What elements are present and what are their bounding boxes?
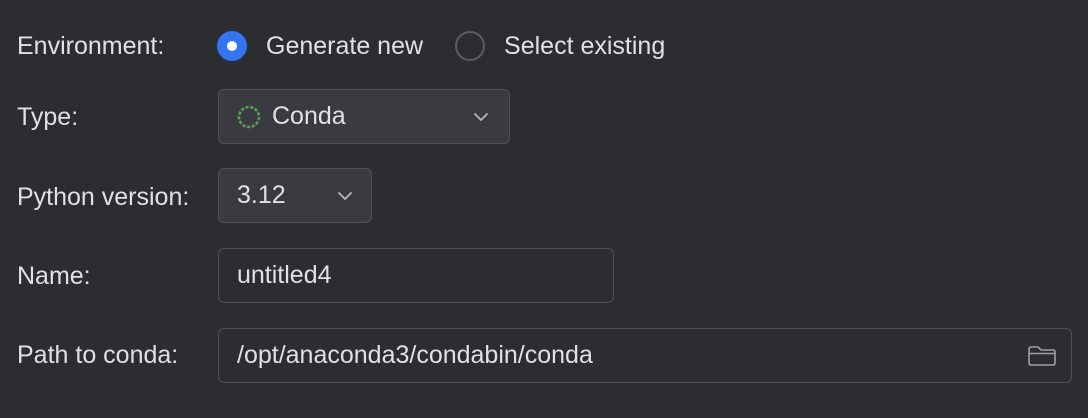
- type-label: Type:: [17, 103, 79, 131]
- name-value[interactable]: untitled4: [237, 261, 332, 290]
- type-value: Conda: [272, 102, 346, 130]
- chevron-down-icon: [474, 112, 488, 121]
- path-to-conda-label: Path to conda:: [17, 341, 179, 369]
- path-to-conda-input[interactable]: /opt/anaconda3/condabin/conda: [218, 328, 1072, 383]
- select-existing-radio-option[interactable]: Select existing: [455, 31, 665, 61]
- environment-label: Environment:: [17, 32, 165, 60]
- python-version-label: Python version:: [17, 183, 190, 211]
- conda-icon: [237, 105, 261, 128]
- generate-new-radio-option[interactable]: Generate new: [217, 31, 423, 61]
- select-existing-radio[interactable]: [455, 31, 486, 61]
- python-version-dropdown[interactable]: 3.12: [218, 168, 372, 223]
- python-version-value: 3.12: [237, 181, 286, 209]
- generate-new-radio[interactable]: [217, 31, 247, 61]
- environment-radio-group: Generate new Select existing: [217, 29, 665, 63]
- path-to-conda-value[interactable]: /opt/anaconda3/condabin/conda: [237, 341, 593, 370]
- folder-icon[interactable]: [1027, 345, 1057, 367]
- chevron-down-icon: [338, 191, 352, 200]
- type-dropdown[interactable]: Conda: [218, 89, 510, 144]
- select-existing-label[interactable]: Select existing: [504, 32, 665, 61]
- name-label: Name:: [17, 262, 91, 290]
- generate-new-label[interactable]: Generate new: [266, 32, 423, 61]
- name-input[interactable]: untitled4: [218, 248, 614, 303]
